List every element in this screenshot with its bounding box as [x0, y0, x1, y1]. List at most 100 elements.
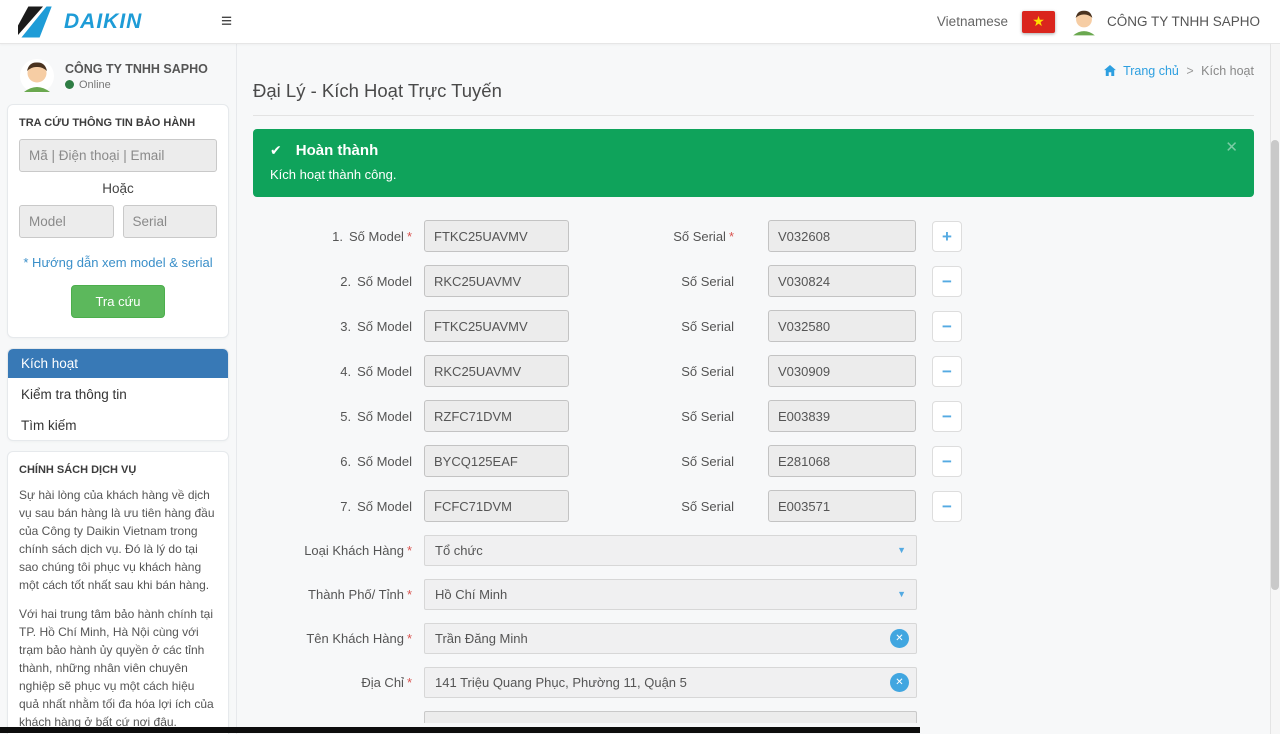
vietnam-flag-icon[interactable]: ★	[1022, 11, 1055, 33]
vertical-scrollbar[interactable]	[1270, 44, 1280, 734]
model-label-text: Số Model	[357, 409, 412, 424]
serial-label: Số Serial	[569, 454, 734, 469]
plus-icon: +	[942, 228, 952, 245]
required-mark: *	[407, 587, 412, 602]
activation-form: 1.Số Model* Số Serial* + 2.Số Model Số S…	[253, 220, 1254, 723]
serial-label: Số Serial	[569, 364, 734, 379]
remove-row-button[interactable]: −	[932, 311, 962, 342]
model-label-text: Số Model	[357, 274, 412, 289]
model-input-5[interactable]	[424, 400, 569, 432]
required-mark: *	[407, 229, 412, 244]
header-user-menu[interactable]: CÔNG TY TNHH SAPHO	[1069, 7, 1260, 37]
serial-label-text: Số Serial	[681, 319, 734, 334]
device-row-2: 2.Số Model Số Serial −	[253, 265, 1254, 297]
required-mark: *	[407, 543, 412, 558]
menu-toggle-icon[interactable]: ≡	[221, 12, 232, 31]
customer-name-label: Tên Khách Hàng*	[253, 631, 412, 646]
model-label-text: Số Model	[349, 229, 404, 244]
city-select[interactable]: Hồ Chí Minh	[424, 579, 917, 610]
clear-field-icon[interactable]: ✕	[890, 629, 909, 648]
minus-icon: −	[942, 498, 952, 515]
serial-input-3[interactable]	[768, 310, 916, 342]
sidebar-user-block: CÔNG TY TNHH SAPHO Online	[7, 50, 229, 104]
customer-type-row: Loại Khách Hàng* Tổ chức ▼	[253, 535, 1254, 566]
model-label: 4.Số Model	[253, 364, 412, 379]
lookup-code-input[interactable]	[19, 139, 217, 172]
sidebar-item-check-info[interactable]: Kiểm tra thông tin	[8, 380, 228, 409]
required-mark: *	[729, 229, 734, 244]
partial-input[interactable]	[424, 711, 917, 723]
model-label-text: Số Model	[357, 364, 412, 379]
language-label[interactable]: Vietnamese	[937, 14, 1008, 29]
policy-paragraph-2: Với hai trung tâm bảo hành chính tại TP.…	[19, 605, 217, 731]
serial-label: Số Serial	[569, 409, 734, 424]
daikin-logo[interactable]: DAIKIN	[18, 6, 203, 38]
serial-label-text: Số Serial	[673, 229, 726, 244]
serial-input-4[interactable]	[768, 355, 916, 387]
customer-name-input[interactable]: Trần Đăng Minh	[424, 623, 917, 654]
model-label: 3.Số Model	[253, 319, 412, 334]
policy-paragraph-1: Sự hài lòng của khách hàng về dịch vụ sa…	[19, 486, 217, 594]
serial-input-6[interactable]	[768, 445, 916, 477]
device-row-4: 4.Số Model Số Serial −	[253, 355, 1254, 387]
serial-label-text: Số Serial	[681, 274, 734, 289]
customer-name-row: Tên Khách Hàng* Trần Đăng Minh ✕	[253, 623, 1254, 654]
model-input-7[interactable]	[424, 490, 569, 522]
minus-icon: −	[942, 273, 952, 290]
lookup-serial-input[interactable]	[123, 205, 218, 238]
breadcrumb-home-link[interactable]: Trang chủ	[1123, 64, 1179, 78]
breadcrumb-separator: >	[1186, 64, 1193, 78]
required-mark: *	[407, 631, 412, 646]
model-label: 6.Số Model	[253, 454, 412, 469]
model-label-text: Số Model	[357, 454, 412, 469]
serial-input-2[interactable]	[768, 265, 916, 297]
address-input[interactable]: 141 Triệu Quang Phục, Phường 11, Quận 5	[424, 667, 917, 698]
serial-label-text: Số Serial	[681, 409, 734, 424]
device-row-7: 7.Số Model Số Serial −	[253, 490, 1254, 522]
daikin-logo-mark	[18, 6, 56, 38]
model-input-4[interactable]	[424, 355, 569, 387]
city-row: Thành Phố/ Tỉnh* Hồ Chí Minh ▼	[253, 579, 1254, 610]
clear-field-icon[interactable]: ✕	[890, 673, 909, 692]
serial-label-text: Số Serial	[681, 364, 734, 379]
header-user-name: CÔNG TY TNHH SAPHO	[1107, 14, 1260, 29]
model-label: 2.Số Model	[253, 274, 412, 289]
sidebar-menu: Kích hoạt Kiểm tra thông tin Tìm kiếm	[7, 348, 229, 441]
remove-row-button[interactable]: −	[932, 266, 962, 297]
minus-icon: −	[942, 318, 952, 335]
row-index: 3.	[340, 319, 351, 334]
chevron-down-icon: ▼	[897, 545, 906, 555]
scrollbar-thumb[interactable]	[1271, 140, 1279, 590]
sidebar-item-search[interactable]: Tìm kiếm	[8, 411, 228, 440]
partial-next-field-row	[253, 711, 1254, 723]
row-index: 1.	[332, 229, 343, 244]
model-label: 7.Số Model	[253, 499, 412, 514]
lookup-search-button[interactable]: Tra cứu	[71, 285, 164, 318]
alert-close-icon[interactable]: ✕	[1225, 138, 1238, 156]
top-bar: DAIKIN ≡ Vietnamese ★ CÔNG TY TNHH SAPHO	[0, 0, 1280, 44]
page-title: Đại Lý - Kích Hoạt Trực Tuyến	[253, 80, 1254, 116]
remove-row-button[interactable]: −	[932, 446, 962, 477]
model-serial-guide-link[interactable]: * Hướng dẫn xem model & serial	[19, 255, 217, 270]
online-status-dot	[65, 80, 74, 89]
remove-row-button[interactable]: −	[932, 491, 962, 522]
model-input-2[interactable]	[424, 265, 569, 297]
customer-type-select[interactable]: Tổ chức	[424, 535, 917, 566]
device-row-1: 1.Số Model* Số Serial* +	[253, 220, 1254, 252]
minus-icon: −	[942, 363, 952, 380]
model-input-6[interactable]	[424, 445, 569, 477]
serial-input-7[interactable]	[768, 490, 916, 522]
sidebar-item-activate[interactable]: Kích hoạt	[8, 349, 228, 378]
breadcrumb-current: Kích hoạt	[1201, 64, 1254, 78]
remove-row-button[interactable]: −	[932, 401, 962, 432]
customer-type-label: Loại Khách Hàng*	[253, 543, 412, 558]
model-input-1[interactable]	[424, 220, 569, 252]
add-row-button[interactable]: +	[932, 221, 962, 252]
serial-input-1[interactable]	[768, 220, 916, 252]
service-policy-card: CHÍNH SÁCH DỊCH VỤ Sự hài lòng của khách…	[7, 451, 229, 734]
lookup-model-input[interactable]	[19, 205, 114, 238]
model-input-3[interactable]	[424, 310, 569, 342]
serial-input-5[interactable]	[768, 400, 916, 432]
remove-row-button[interactable]: −	[932, 356, 962, 387]
device-row-6: 6.Số Model Số Serial −	[253, 445, 1254, 477]
